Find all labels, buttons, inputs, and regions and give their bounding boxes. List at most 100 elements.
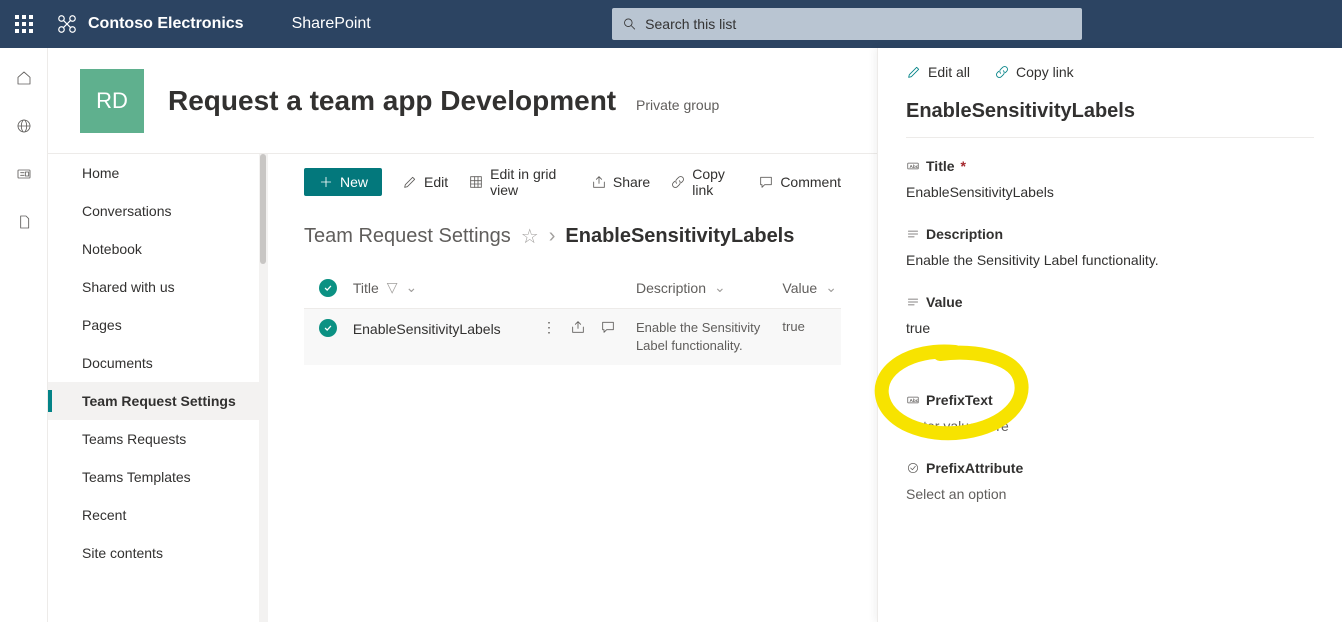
field-prefixattribute-placeholder[interactable]: Select an option xyxy=(906,486,1314,502)
chevron-down-icon[interactable]: ⌄ xyxy=(406,279,418,296)
nav-item-pages[interactable]: Pages xyxy=(48,306,267,344)
svg-text:Abc: Abc xyxy=(910,164,919,169)
field-description-label: Description xyxy=(926,226,1003,242)
comment-button[interactable]: Comment xyxy=(758,174,841,190)
share-label: Share xyxy=(613,174,650,190)
link-icon xyxy=(670,174,686,190)
row-description: Enable the Sensitivity Label functionali… xyxy=(636,319,782,355)
field-title-value[interactable]: EnableSensitivityLabels xyxy=(906,184,1314,200)
site-title[interactable]: Request a team app Development xyxy=(168,85,616,116)
breadcrumb-list[interactable]: Team Request Settings xyxy=(304,225,511,248)
edit-all-label: Edit all xyxy=(928,64,970,80)
nav-item-conversations[interactable]: Conversations xyxy=(48,192,267,230)
copy-link-button[interactable]: Copy link xyxy=(670,166,738,198)
col-value-header[interactable]: Value xyxy=(782,280,817,296)
chevron-right-icon: › xyxy=(549,225,556,248)
copy-link-panel-button[interactable]: Copy link xyxy=(994,64,1074,80)
field-prefixattribute: PrefixAttribute Select an option xyxy=(906,460,1314,502)
required-indicator: * xyxy=(961,158,966,174)
select-all-toggle[interactable] xyxy=(319,279,337,297)
breadcrumb: Team Request Settings ☆ › EnableSensitiv… xyxy=(268,210,877,267)
copy-link-label: Copy link xyxy=(692,166,738,198)
field-value-value[interactable]: true xyxy=(906,320,1314,336)
chevron-down-icon[interactable]: ⌄ xyxy=(714,279,726,296)
nav-item-recent[interactable]: Recent xyxy=(48,496,267,534)
nav-item-teams-templates[interactable]: Teams Templates xyxy=(48,458,267,496)
brand-logo-icon xyxy=(56,13,78,35)
grid-icon xyxy=(468,174,484,190)
site-privacy: Private group xyxy=(636,97,719,113)
link-icon xyxy=(994,64,1010,80)
field-prefixattribute-label: PrefixAttribute xyxy=(926,460,1023,476)
search-icon xyxy=(622,16,637,32)
share-row-icon[interactable] xyxy=(570,319,586,338)
detail-panel: Edit all Copy link EnableSensitivityLabe… xyxy=(877,48,1342,622)
multiline-icon xyxy=(906,227,920,241)
edit-all-button[interactable]: Edit all xyxy=(906,64,970,80)
panel-item-title: EnableSensitivityLabels xyxy=(906,94,1314,138)
row-title[interactable]: EnableSensitivityLabels xyxy=(353,321,501,337)
field-value-label: Value xyxy=(926,294,963,310)
field-prefixtext-label: PrefixText xyxy=(926,392,993,408)
field-value: Value true xyxy=(906,294,1314,336)
comment-row-icon[interactable] xyxy=(600,319,616,338)
app-launcher-icon[interactable] xyxy=(0,0,48,48)
nav-item-teams-requests[interactable]: Teams Requests xyxy=(48,420,267,458)
left-rail xyxy=(0,48,48,622)
news-icon[interactable] xyxy=(14,164,34,184)
filter-icon[interactable]: ▽ xyxy=(387,279,398,296)
row-value: true xyxy=(782,319,804,334)
list-table: Title ▽ ⌄ Description ⌄ Value ⌄ EnableSe… xyxy=(268,267,877,365)
favorite-star-icon[interactable]: ☆ xyxy=(521,224,539,249)
field-title: Abc Title * EnableSensitivityLabels xyxy=(906,158,1314,200)
share-icon xyxy=(591,174,607,190)
col-description-header[interactable]: Description xyxy=(636,280,706,296)
comment-label: Comment xyxy=(780,174,841,190)
brand-name: Contoso Electronics xyxy=(88,15,244,33)
field-prefixtext-placeholder[interactable]: Enter value here xyxy=(906,418,1314,434)
suite-bar: Contoso Electronics SharePoint xyxy=(0,0,1342,48)
text-field-icon: Abc xyxy=(906,393,920,407)
globe-icon[interactable] xyxy=(14,116,34,136)
search-box[interactable] xyxy=(612,8,1082,40)
choice-icon xyxy=(906,461,920,475)
edit-label: Edit xyxy=(424,174,448,190)
text-field-icon: Abc xyxy=(906,159,920,173)
nav-item-notebook[interactable]: Notebook xyxy=(48,230,267,268)
edit-grid-button[interactable]: Edit in grid view xyxy=(468,166,571,198)
files-icon[interactable] xyxy=(14,212,34,232)
comment-icon xyxy=(758,174,774,190)
site-logo[interactable]: RD xyxy=(80,69,144,133)
table-row[interactable]: EnableSensitivityLabels ⋮ Enable the Sen… xyxy=(304,309,841,365)
nav-item-home[interactable]: Home xyxy=(48,154,267,192)
field-description: Description Enable the Sensitivity Label… xyxy=(906,226,1314,268)
chevron-down-icon[interactable]: ⌄ xyxy=(825,279,837,296)
left-nav: HomeConversationsNotebookShared with usP… xyxy=(48,154,268,622)
scrollbar[interactable] xyxy=(259,154,267,622)
edit-button[interactable]: Edit xyxy=(402,174,448,190)
multiline-icon xyxy=(906,295,920,309)
row-select-toggle[interactable] xyxy=(319,319,337,337)
new-button-label: New xyxy=(340,174,368,190)
nav-item-team-request-settings[interactable]: Team Request Settings xyxy=(48,382,267,420)
pencil-icon xyxy=(906,64,922,80)
field-prefixtext: Abc PrefixText Enter value here xyxy=(906,392,1314,434)
col-title-header[interactable]: Title xyxy=(353,280,379,296)
pencil-icon xyxy=(402,174,418,190)
copy-link-panel-label: Copy link xyxy=(1016,64,1074,80)
new-button[interactable]: New xyxy=(304,168,382,196)
plus-icon xyxy=(318,174,334,190)
nav-item-documents[interactable]: Documents xyxy=(48,344,267,382)
home-icon[interactable] xyxy=(14,68,34,88)
svg-text:Abc: Abc xyxy=(910,398,919,403)
table-header: Title ▽ ⌄ Description ⌄ Value ⌄ xyxy=(304,267,841,309)
more-icon[interactable]: ⋮ xyxy=(542,319,556,338)
search-input[interactable] xyxy=(645,16,1072,32)
command-bar: New Edit Edit in grid view Share Copy li… xyxy=(268,154,877,210)
edit-grid-label: Edit in grid view xyxy=(490,166,571,198)
nav-item-shared-with-us[interactable]: Shared with us xyxy=(48,268,267,306)
share-button[interactable]: Share xyxy=(591,174,650,190)
field-description-value[interactable]: Enable the Sensitivity Label functionali… xyxy=(906,252,1314,268)
app-name[interactable]: SharePoint xyxy=(292,15,371,33)
nav-item-site-contents[interactable]: Site contents xyxy=(48,534,267,572)
